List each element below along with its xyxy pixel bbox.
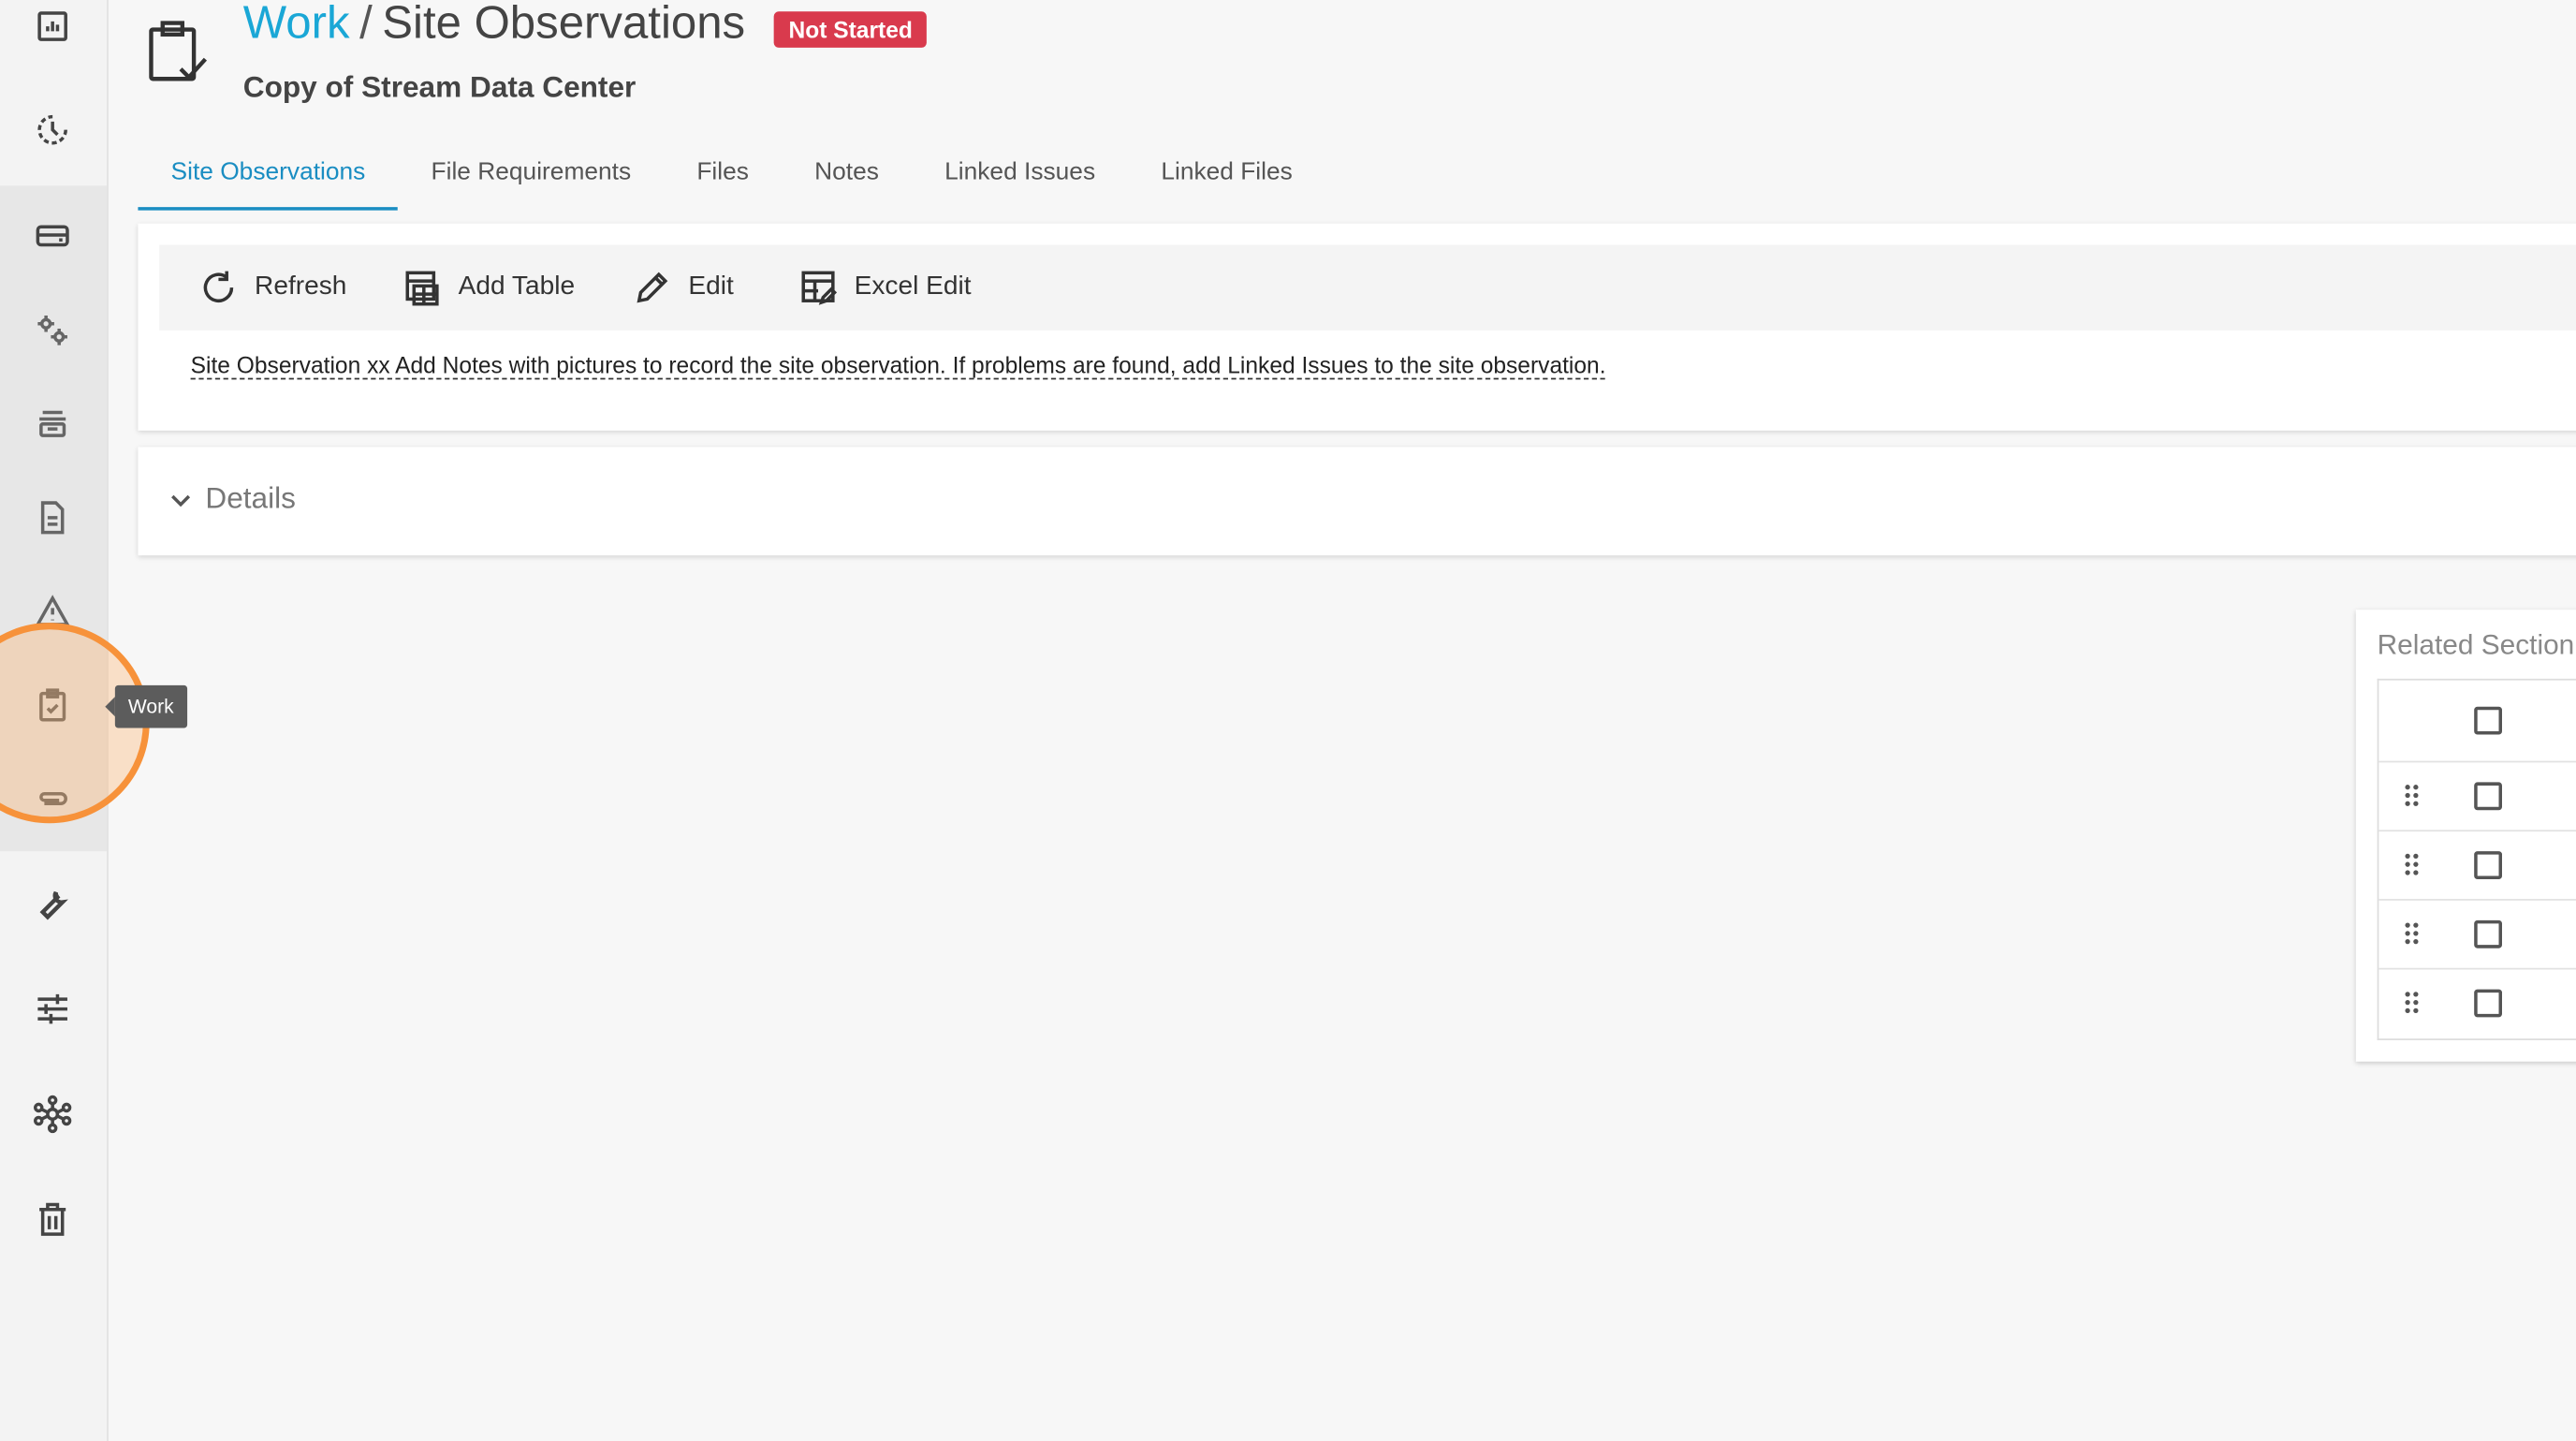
tab-linked-issues[interactable]: Linked Issues xyxy=(912,144,1128,207)
chevron-down-icon xyxy=(171,494,191,507)
settings-gears-icon[interactable] xyxy=(26,304,79,357)
stack-icon[interactable] xyxy=(26,398,79,450)
sidebar-tooltip: Work xyxy=(105,684,187,728)
description-text: Site Observation xx Add Notes with pictu… xyxy=(190,351,1606,380)
table-edit-icon xyxy=(801,271,838,305)
table-add-icon xyxy=(405,271,439,306)
row-checkbox[interactable] xyxy=(2474,782,2503,811)
drag-handle-icon[interactable] xyxy=(2404,991,2421,1014)
breadcrumb-work[interactable]: Work xyxy=(243,0,350,48)
edit-button[interactable]: Edit xyxy=(633,268,734,307)
tab-files[interactable]: Files xyxy=(664,144,782,207)
trash-icon[interactable] xyxy=(26,1193,79,1245)
table-row xyxy=(2378,830,2576,901)
project-subtitle: Copy of Stream Data Center xyxy=(242,70,637,104)
table-header-row xyxy=(2378,681,2576,763)
page-title: Work / Site Observations xyxy=(243,0,745,50)
tab-linked-files[interactable]: Linked Files xyxy=(1128,144,1325,207)
clipboard-check-icon xyxy=(141,17,213,89)
inbox-icon[interactable] xyxy=(26,209,79,261)
edit-label: Edit xyxy=(688,272,734,301)
related-section-title: Related Section xyxy=(2377,629,2575,661)
drag-handle-icon[interactable] xyxy=(2404,853,2421,876)
page-title-text: Site Observations xyxy=(382,0,746,48)
document-icon[interactable] xyxy=(26,492,79,544)
status-badge: Not Started xyxy=(773,11,928,48)
table-row xyxy=(2378,761,2576,832)
tab-file-requirements[interactable]: File Requirements xyxy=(398,144,664,207)
refresh-icon xyxy=(203,271,234,302)
details-section[interactable]: Details xyxy=(138,447,2576,556)
select-all-checkbox[interactable] xyxy=(2474,706,2503,735)
drag-handle-icon[interactable] xyxy=(2404,922,2421,946)
refresh-label: Refresh xyxy=(255,272,347,301)
add-table-button[interactable]: Add Table xyxy=(402,268,575,307)
related-section-table xyxy=(2377,678,2576,1040)
tab-notes[interactable]: Notes xyxy=(782,144,912,207)
table-row xyxy=(2378,968,2576,1037)
excel-edit-label: Excel Edit xyxy=(854,272,972,301)
table-row xyxy=(2378,899,2576,970)
tab-site-observations[interactable]: Site Observations xyxy=(138,144,399,211)
pencil-icon xyxy=(637,272,668,303)
add-table-label: Add Table xyxy=(458,272,576,301)
tab-bar: Site Observations File Requirements File… xyxy=(138,144,1325,211)
dashboard-icon[interactable] xyxy=(26,0,79,52)
related-section-panel: Related Section xyxy=(2355,610,2576,1062)
breadcrumb-separator: / xyxy=(359,0,373,48)
details-label: Details xyxy=(205,481,296,515)
excel-edit-button[interactable]: Excel Edit xyxy=(798,268,972,307)
drag-handle-icon[interactable] xyxy=(2404,784,2421,807)
schedule-icon[interactable] xyxy=(26,104,79,156)
toolbar-card: Refresh Add Table Edit Excel Edit Site O… xyxy=(138,223,2576,431)
sliders-icon[interactable] xyxy=(26,983,79,1036)
row-checkbox[interactable] xyxy=(2474,851,2503,879)
network-icon[interactable] xyxy=(26,1088,79,1140)
row-checkbox[interactable] xyxy=(2474,919,2503,948)
row-checkbox[interactable] xyxy=(2474,989,2503,1018)
toolbar: Refresh Add Table Edit Excel Edit xyxy=(159,244,2576,331)
refresh-button[interactable]: Refresh xyxy=(198,268,346,307)
sidebar xyxy=(0,0,150,1441)
wrench-icon[interactable] xyxy=(26,879,79,932)
